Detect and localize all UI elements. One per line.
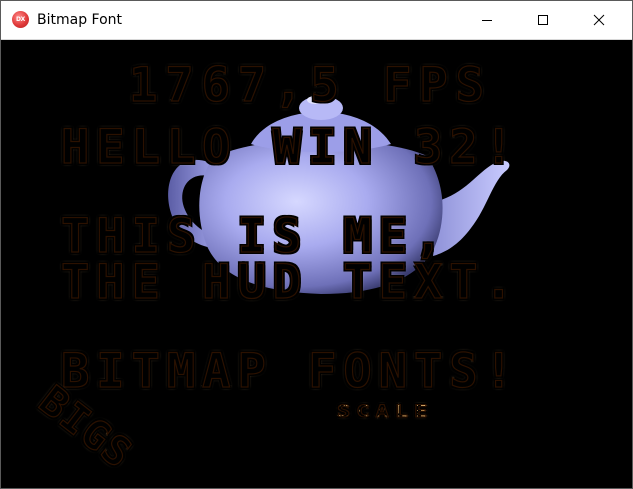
minimize-icon (482, 20, 492, 21)
hud-line-1: HELLO WIN 32! (60, 123, 520, 171)
maximize-button[interactable] (520, 1, 566, 39)
title-bar[interactable]: DX Bitmap Font (1, 1, 632, 40)
app-icon-label: DX (15, 16, 25, 23)
minimize-button[interactable] (464, 1, 510, 39)
close-icon (593, 14, 605, 26)
hud-line-1-text: HELLO WIN 32! (60, 120, 520, 175)
hud-line-3-text: THE HUD TEXT. (60, 255, 520, 310)
maximize-icon (538, 15, 548, 25)
scaled-text: SCALE (336, 402, 434, 422)
hud-line-4: BITMAP FONTS! (60, 347, 520, 395)
render-viewport[interactable]: 1767,5 FPS HELLO WIN 32! THIS IS ME, THE… (1, 40, 632, 488)
directx-app-icon[interactable]: DX (12, 11, 29, 28)
fps-counter: 1767,5 FPS (128, 61, 492, 109)
scaled-text-label: SCALE (336, 402, 434, 422)
fps-counter-text: 1767,5 FPS (128, 58, 492, 113)
hud-line-3: THE HUD TEXT. (60, 258, 520, 306)
hud-line-2: THIS IS ME, (60, 212, 449, 260)
window-title: Bitmap Font (37, 12, 123, 28)
close-button[interactable] (576, 1, 622, 39)
app-window: DX Bitmap Font 1767,5 FPS HELLO WIN 32! … (0, 0, 633, 489)
hud-line-4-text: BITMAP FONTS! (60, 344, 520, 399)
